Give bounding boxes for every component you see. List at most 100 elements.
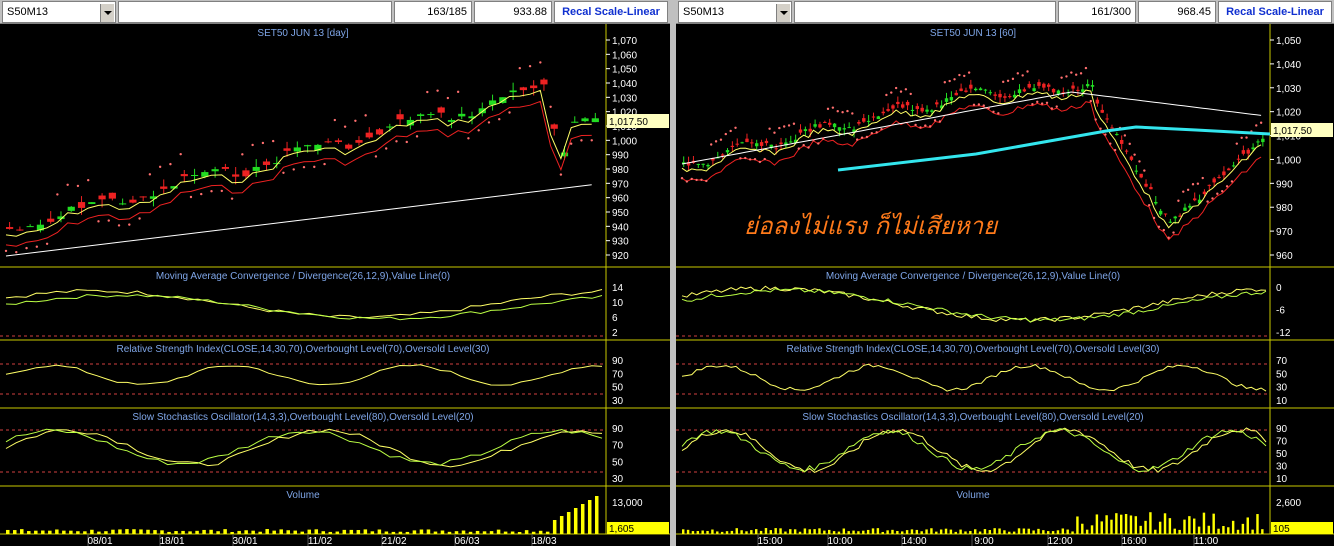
volume-bar [55, 529, 59, 534]
candle-body [345, 144, 353, 149]
last-volume-label: 105 [1273, 524, 1290, 535]
candle-body [974, 88, 978, 91]
left-symbol-select[interactable]: S50M13 [2, 1, 116, 23]
candle-body [1022, 89, 1027, 92]
rsi-tick-label: 10 [1276, 396, 1288, 407]
sar-dot [865, 135, 869, 139]
candle-body [417, 114, 425, 116]
sar-dot [841, 111, 844, 114]
chevron-down-icon[interactable] [776, 4, 790, 22]
candle-body [828, 122, 832, 125]
volume-bar [489, 531, 494, 534]
candle-body [1032, 88, 1036, 92]
indicator-line [5, 428, 603, 468]
candle-body [26, 226, 34, 228]
macd-tick-label: 2 [612, 328, 618, 339]
sar-dot [700, 178, 703, 181]
sar-dot [518, 66, 521, 70]
macd-tick-label: 10 [612, 298, 624, 309]
sar-dot [1065, 75, 1068, 78]
candle-body [789, 141, 793, 143]
volume-bar [750, 530, 753, 534]
candle-body [730, 145, 735, 147]
sar-dot [763, 157, 766, 161]
rsi-tick-label: 50 [612, 383, 624, 394]
price-tick-label: 1,050 [612, 65, 637, 76]
volume-bar [566, 512, 571, 534]
right-counter: 161/300 [1058, 1, 1136, 23]
left-recal-button[interactable]: Recal Scale-Linear [554, 1, 668, 23]
volume-bar [1212, 513, 1215, 534]
sar-dot [1201, 176, 1204, 180]
price-tick-label: 920 [612, 251, 629, 262]
candle-body [813, 124, 817, 127]
sar-dot [1079, 72, 1083, 75]
sar-dot [714, 140, 718, 143]
sar-dot [1036, 100, 1039, 104]
sar-dot [66, 183, 69, 186]
sar-dot [1075, 73, 1078, 76]
sar-dot [856, 138, 859, 141]
price-tick-label: 1,040 [1276, 60, 1301, 71]
candle-body [334, 140, 343, 143]
candle-body [365, 132, 373, 138]
volume-bar [475, 530, 480, 534]
volume-bar [686, 529, 690, 534]
candle-body [978, 88, 983, 91]
indicator-line [681, 427, 1267, 473]
volume-bar [803, 528, 807, 534]
volume-bar [1085, 529, 1089, 534]
price-tick-label: 940 [612, 222, 629, 233]
candle-body [876, 116, 881, 120]
stoch-tick-label: 70 [1276, 437, 1288, 448]
candle-body [1251, 147, 1255, 150]
indicator-signal-line [5, 294, 603, 321]
chevron-down-icon[interactable] [100, 4, 114, 22]
right-symbol-select[interactable]: S50M13 [678, 1, 792, 23]
sar-dot [1123, 134, 1127, 137]
sar-dot [282, 171, 285, 174]
time-tick-label: 9:00 [974, 536, 994, 546]
sar-dot [261, 141, 265, 145]
sar-dot [487, 121, 491, 124]
volume-bar [1066, 529, 1069, 534]
sar-dot [1230, 180, 1234, 183]
sar-dot [323, 162, 326, 166]
sar-dot [1070, 71, 1073, 74]
volume-bar [1100, 521, 1103, 534]
volume-bar [866, 529, 870, 534]
volume-bar [1217, 528, 1220, 534]
volume-bar [272, 530, 276, 534]
right-recal-button[interactable]: Recal Scale-Linear [1218, 1, 1332, 23]
candle-body [847, 127, 851, 129]
left-value: 933.88 [474, 1, 552, 23]
candle-body [252, 166, 260, 171]
left-chart-canvas[interactable]: SET50 JUN 13 [day] Moving Average Converg… [0, 24, 670, 546]
volume-bar [1008, 531, 1011, 534]
left-counter: 163/185 [394, 1, 472, 23]
volume-bar [573, 508, 578, 534]
volume-bar [1227, 527, 1230, 534]
volume-bar [293, 530, 297, 534]
sar-dot [56, 193, 59, 196]
sar-dot [1196, 182, 1200, 185]
sar-dot [1216, 192, 1219, 195]
rsi-title: Relative Strength Index(CLOSE,14,30,70),… [117, 344, 490, 355]
rsi-tick-label: 30 [1276, 383, 1288, 394]
candle-body [232, 174, 240, 177]
sar-dot [890, 91, 893, 94]
volume-bar [391, 531, 396, 534]
volume-bar [244, 530, 248, 534]
sar-dot [292, 168, 295, 171]
volume-bar [1197, 526, 1201, 534]
volume-bar [823, 530, 826, 534]
volume-bar [1222, 526, 1225, 534]
candle-body [509, 90, 517, 93]
sar-dot [792, 122, 796, 125]
candle-body [98, 195, 106, 200]
volume-bar [798, 531, 802, 534]
volume-bar [1022, 528, 1026, 534]
right-chart-canvas[interactable]: SET50 JUN 13 [60] Moving Average Converge… [676, 24, 1334, 546]
sar-dot [1026, 70, 1029, 73]
candle-body [774, 148, 778, 150]
